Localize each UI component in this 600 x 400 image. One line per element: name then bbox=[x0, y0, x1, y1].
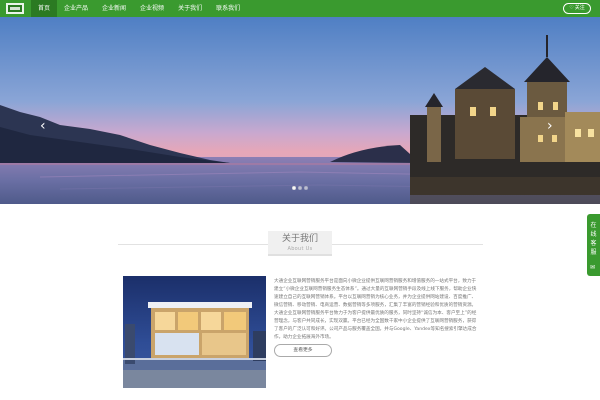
nav-item[interactable]: 企业视频 bbox=[133, 0, 171, 17]
nav-item[interactable]: 联系我们 bbox=[209, 0, 247, 17]
follow-label: 关注 bbox=[574, 5, 585, 11]
hero-banner[interactable]: ‹ › bbox=[0, 17, 600, 204]
slide-indicators bbox=[292, 186, 308, 190]
section-subtitle: About Us bbox=[287, 246, 313, 252]
about-image bbox=[123, 276, 266, 388]
prev-slide-button[interactable]: ‹ bbox=[40, 119, 46, 133]
chat-icon: ✉ bbox=[590, 264, 596, 271]
nav-item[interactable]: 首页 bbox=[31, 0, 58, 17]
chevron-right-icon: › bbox=[547, 118, 553, 134]
nav-item[interactable]: 关于我们 bbox=[171, 0, 209, 17]
slide-dot[interactable] bbox=[298, 186, 302, 190]
view-more-button[interactable]: 查看更多 bbox=[274, 344, 332, 357]
heart-icon: ♡ bbox=[569, 5, 574, 11]
nav-menu: 首页 企业产品 企业新闻 企业视频 关于我们 联系我们 bbox=[31, 0, 247, 17]
top-nav: 首页 企业产品 企业新闻 企业视频 关于我们 联系我们 ♡关注 bbox=[0, 0, 600, 17]
banner-image bbox=[0, 17, 600, 204]
online-service-label: 在 线 客 服 bbox=[590, 222, 597, 256]
nav-item[interactable]: 企业新闻 bbox=[95, 0, 133, 17]
section-heading: 关于我们 About Us bbox=[268, 231, 332, 256]
next-slide-button[interactable]: › bbox=[547, 119, 553, 133]
about-description: 大通企业互联网营销服务平台是面向小微企业提供互联网营销服务和增值服务的一站式平台… bbox=[274, 279, 477, 340]
logo[interactable] bbox=[5, 2, 25, 15]
slide-dot[interactable] bbox=[292, 186, 296, 190]
chevron-left-icon: ‹ bbox=[40, 118, 46, 134]
online-service-tab[interactable]: 在 线 客 服 ✉ bbox=[587, 214, 600, 276]
section-title: 关于我们 bbox=[281, 234, 318, 244]
slide-dot[interactable] bbox=[304, 186, 308, 190]
follow-button[interactable]: ♡关注 bbox=[563, 3, 591, 14]
nav-item[interactable]: 企业产品 bbox=[57, 0, 95, 17]
